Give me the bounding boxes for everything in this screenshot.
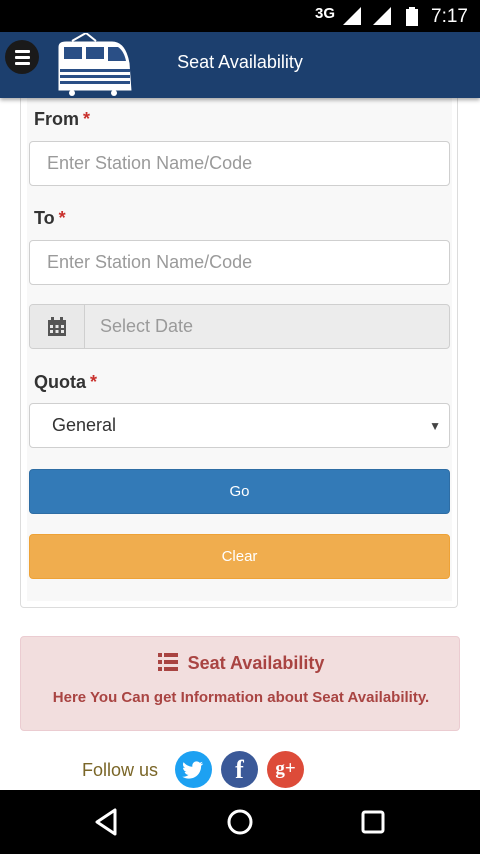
required-marker: * bbox=[83, 109, 91, 129]
info-title: Seat Availability bbox=[21, 653, 461, 674]
required-marker: * bbox=[90, 372, 98, 392]
to-station-input[interactable]: Enter Station Name/Code bbox=[29, 240, 450, 285]
twitter-button[interactable] bbox=[175, 751, 212, 788]
info-alert: Seat Availability Here You Can get Infor… bbox=[20, 636, 460, 731]
date-addon[interactable] bbox=[30, 305, 85, 348]
signal-icon-1 bbox=[343, 7, 361, 25]
navigation-bar bbox=[0, 790, 480, 854]
google-plus-button[interactable]: g+ bbox=[267, 751, 304, 788]
quota-select[interactable]: General ▼ bbox=[29, 403, 450, 448]
to-label-text: To bbox=[34, 208, 55, 228]
info-description: Here You Can get Information about Seat … bbox=[52, 689, 430, 706]
quota-label-text: Quota bbox=[34, 372, 86, 392]
date-input[interactable]: Select Date bbox=[100, 305, 193, 348]
facebook-button[interactable]: f bbox=[221, 751, 258, 788]
dropdown-caret-icon: ▼ bbox=[429, 419, 441, 433]
from-label: From * bbox=[34, 109, 90, 130]
home-icon[interactable] bbox=[222, 804, 258, 840]
from-station-input[interactable]: Enter Station Name/Code bbox=[29, 141, 450, 186]
go-button[interactable]: Go bbox=[29, 469, 450, 514]
clock: 7:17 bbox=[431, 6, 468, 27]
twitter-icon bbox=[182, 761, 204, 779]
quota-selected-value: General bbox=[52, 415, 117, 435]
network-type: 3G bbox=[315, 5, 336, 22]
status-bar: 3G 7:17 bbox=[0, 0, 480, 32]
follow-us-label: Follow us bbox=[82, 760, 159, 780]
signal-icon-2 bbox=[373, 7, 391, 25]
page-title: Seat Availability bbox=[177, 52, 303, 72]
quota-label: Quota * bbox=[34, 372, 97, 393]
from-label-text: From bbox=[34, 109, 79, 129]
facebook-icon: f bbox=[235, 755, 244, 784]
google-plus-icon: g+ bbox=[275, 758, 296, 779]
back-icon[interactable] bbox=[89, 804, 125, 840]
battery-icon bbox=[406, 7, 418, 26]
app-bar: Seat Availability bbox=[0, 32, 480, 98]
clear-button[interactable]: Clear bbox=[29, 534, 450, 579]
info-title-text: Seat Availability bbox=[187, 653, 325, 673]
recents-icon[interactable] bbox=[355, 804, 391, 840]
calendar-icon bbox=[48, 317, 66, 336]
required-marker: * bbox=[58, 208, 66, 228]
list-icon bbox=[157, 653, 178, 671]
to-label: To * bbox=[34, 208, 66, 229]
date-picker-field[interactable]: Select Date bbox=[29, 304, 450, 349]
